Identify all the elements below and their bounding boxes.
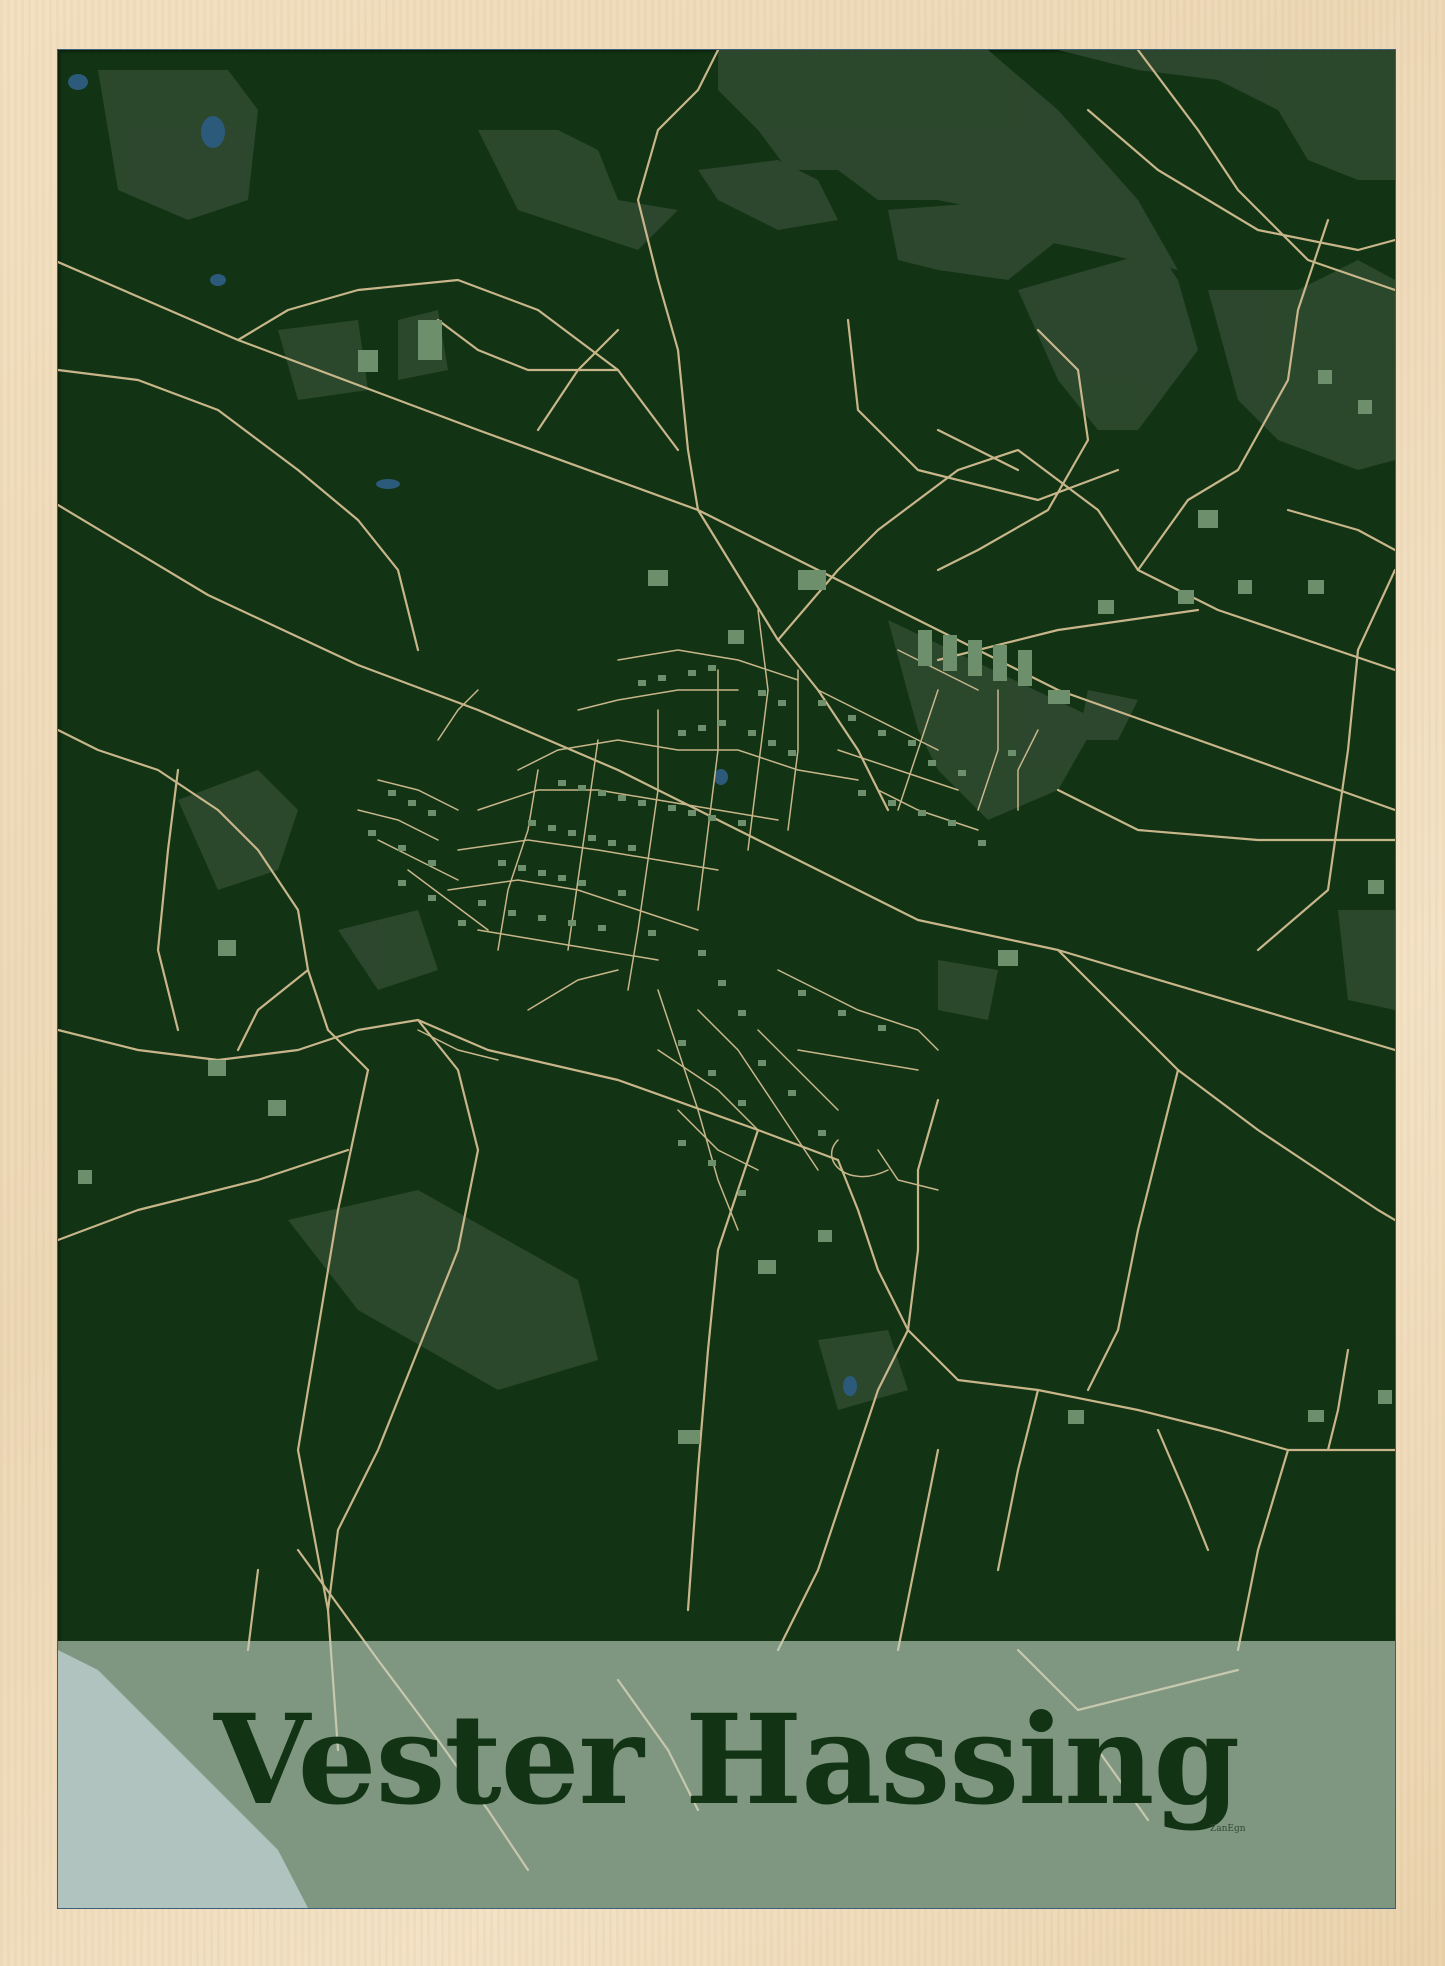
land-areas	[98, 50, 1395, 1410]
street-map	[58, 50, 1395, 1908]
buildings	[78, 320, 1392, 1444]
poster-title: Vester Hassing	[213, 1688, 1240, 1833]
map-poster: Vester Hassing ZanEgn	[58, 50, 1395, 1908]
roads	[58, 50, 1395, 1872]
signature: ZanEgn	[1210, 1824, 1246, 1834]
